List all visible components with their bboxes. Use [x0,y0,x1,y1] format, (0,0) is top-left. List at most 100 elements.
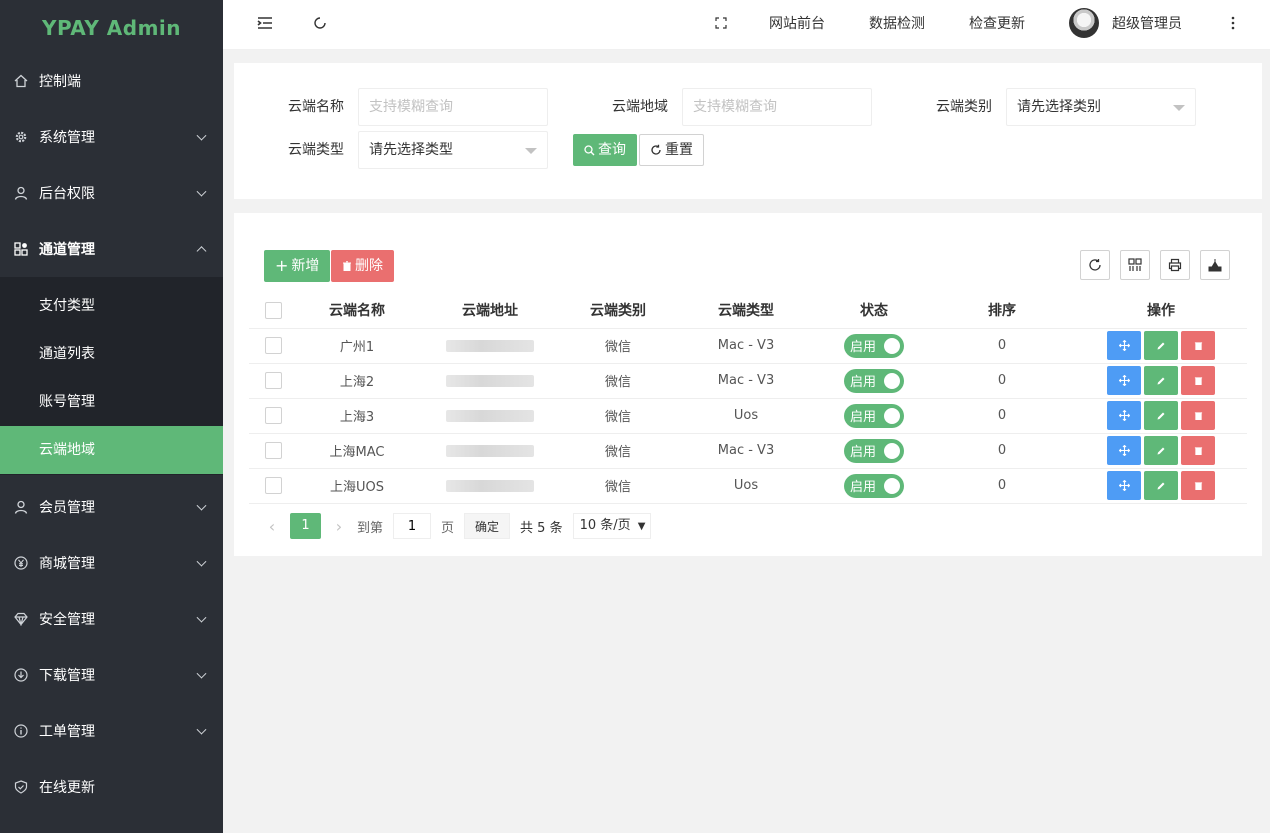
cloud-category-cell: 微信 [563,467,673,504]
delete-row-button[interactable] [1181,331,1215,360]
move-button[interactable] [1107,401,1141,430]
add-button[interactable]: + 新增 [264,250,331,282]
select-all-checkbox[interactable] [264,301,282,319]
sidebar-item-system[interactable]: 系统管理 [0,109,223,165]
sidebar-subitem-payment-type[interactable]: 支付类型 [0,282,223,330]
cloud-region-input[interactable] [682,88,872,126]
actions-cell [1075,432,1247,468]
sidebar-item-ticket-management[interactable]: 工单管理 [0,703,223,759]
delete-row-button[interactable] [1181,436,1215,465]
delete-row-button[interactable] [1181,471,1215,500]
move-icon [1118,445,1130,456]
cloud-type-select[interactable]: 请先选择类型 [358,131,548,169]
prev-page-button[interactable]: ‹ [262,517,282,536]
delete-row-button[interactable] [1181,401,1215,430]
diamond-icon [14,612,28,627]
print-button[interactable] [1160,250,1190,280]
edit-button[interactable] [1144,366,1178,395]
goto-page-input[interactable] [393,513,432,539]
apps-icon [14,242,28,256]
pencil-icon [1157,412,1165,419]
cloud-type-cell: Uos [673,397,819,433]
sidebar-item-channel-management[interactable]: 通道管理 [0,221,223,277]
sidebar-item-security-management[interactable]: 安全管理 [0,591,223,647]
cloud-address-cell [417,467,563,504]
download-icon [14,668,28,682]
edit-button[interactable] [1144,401,1178,430]
column-header[interactable]: 状态 [819,293,929,328]
column-header[interactable]: 云端名称 [297,293,417,328]
row-checkbox[interactable] [264,407,282,424]
fullscreen-button[interactable] [715,0,727,46]
refresh-button[interactable] [313,0,327,46]
edit-button[interactable] [1144,436,1178,465]
header-link-data-check[interactable]: 数据检测 [869,0,925,46]
sidebar-item-admin-permissions[interactable]: 后台权限 [0,165,223,221]
edit-button[interactable] [1144,471,1178,500]
row-checkbox[interactable] [264,372,282,389]
reset-button[interactable]: 重置 [639,134,704,166]
row-select-cell [249,397,297,433]
column-header[interactable]: 排序 [929,293,1075,328]
move-icon [1118,375,1130,386]
table-refresh-button[interactable] [1080,250,1110,280]
current-page[interactable]: 1 [290,513,321,539]
edit-button[interactable] [1144,331,1178,360]
status-cell: 启用 [819,467,929,504]
sidebar-subitem-cloud-region[interactable]: 云端地域 [0,426,223,474]
sort-cell: 0 [929,432,1075,468]
sidebar-item-console[interactable]: 控制端 [0,53,223,109]
user-icon [14,500,28,514]
cloud-name-label: 云端名称 [288,99,344,115]
table-row: 上海3 微信 Uos 启用 0 [249,397,1247,433]
status-toggle[interactable]: 启用 [844,438,904,463]
column-header[interactable]: 云端地址 [417,293,563,328]
page-size-select[interactable]: 10 条/页 ▼ [572,513,651,539]
sidebar: YPAY Admin 控制端 系统管理 后台权限 通道管理 支付类型 通道列表 … [0,0,223,833]
move-button[interactable] [1107,471,1141,500]
row-checkbox[interactable] [264,442,282,459]
sidebar-item-download-management[interactable]: 下载管理 [0,647,223,703]
sort-cell: 0 [929,327,1075,363]
column-header[interactable]: 云端类别 [563,293,673,328]
pagination: ‹ 1 › 到第 页 确定 共 5 条 10 条/页 ▼ [262,513,651,539]
user-menu[interactable]: 超级管理员 [1069,0,1182,46]
query-button[interactable]: 查询 [573,134,637,166]
move-button[interactable] [1107,436,1141,465]
status-toggle[interactable]: 启用 [844,403,904,428]
chevron-down-icon [196,186,207,197]
columns-filter-button[interactable] [1120,250,1150,280]
status-toggle[interactable]: 启用 [844,333,904,358]
goto-confirm-button[interactable]: 确定 [464,513,511,539]
sidebar-subitem-channel-list[interactable]: 通道列表 [0,330,223,378]
chevron-down-icon: ▼ [637,521,646,532]
cloud-category-cell: 微信 [563,397,673,433]
cloud-category-select[interactable]: 请先选择类别 [1006,88,1196,126]
cloud-name-input[interactable] [358,88,548,126]
move-icon [1118,410,1130,421]
sidebar-subitem-account-management[interactable]: 账号管理 [0,378,223,426]
move-button[interactable] [1107,331,1141,360]
delete-button[interactable]: 删除 [331,250,394,282]
sidebar-item-mall-management[interactable]: 商城管理 [0,535,223,591]
cloud-type-cell: Mac - V3 [673,362,819,398]
row-checkbox[interactable] [264,337,282,354]
header-link-check-update[interactable]: 检查更新 [969,0,1025,46]
row-checkbox[interactable] [264,477,282,494]
export-button[interactable] [1200,250,1230,280]
status-toggle[interactable]: 启用 [844,368,904,393]
sidebar-item-online-update[interactable]: 在线更新 [0,759,223,815]
delete-row-button[interactable] [1181,366,1215,395]
move-button[interactable] [1107,366,1141,395]
cloud-type-cell: Mac - V3 [673,432,819,468]
header-link-frontend[interactable]: 网站前台 [769,0,825,46]
menu-toggle-button[interactable] [257,0,273,46]
more-button[interactable] [1231,0,1235,46]
sidebar-item-member-management[interactable]: 会员管理 [0,479,223,535]
column-header[interactable]: 云端类型 [673,293,819,328]
status-toggle[interactable]: 启用 [844,473,904,498]
more-vertical-icon [1231,16,1235,30]
sort-cell: 0 [929,362,1075,398]
next-page-button[interactable]: › [329,517,349,536]
trash-icon [1194,412,1202,420]
